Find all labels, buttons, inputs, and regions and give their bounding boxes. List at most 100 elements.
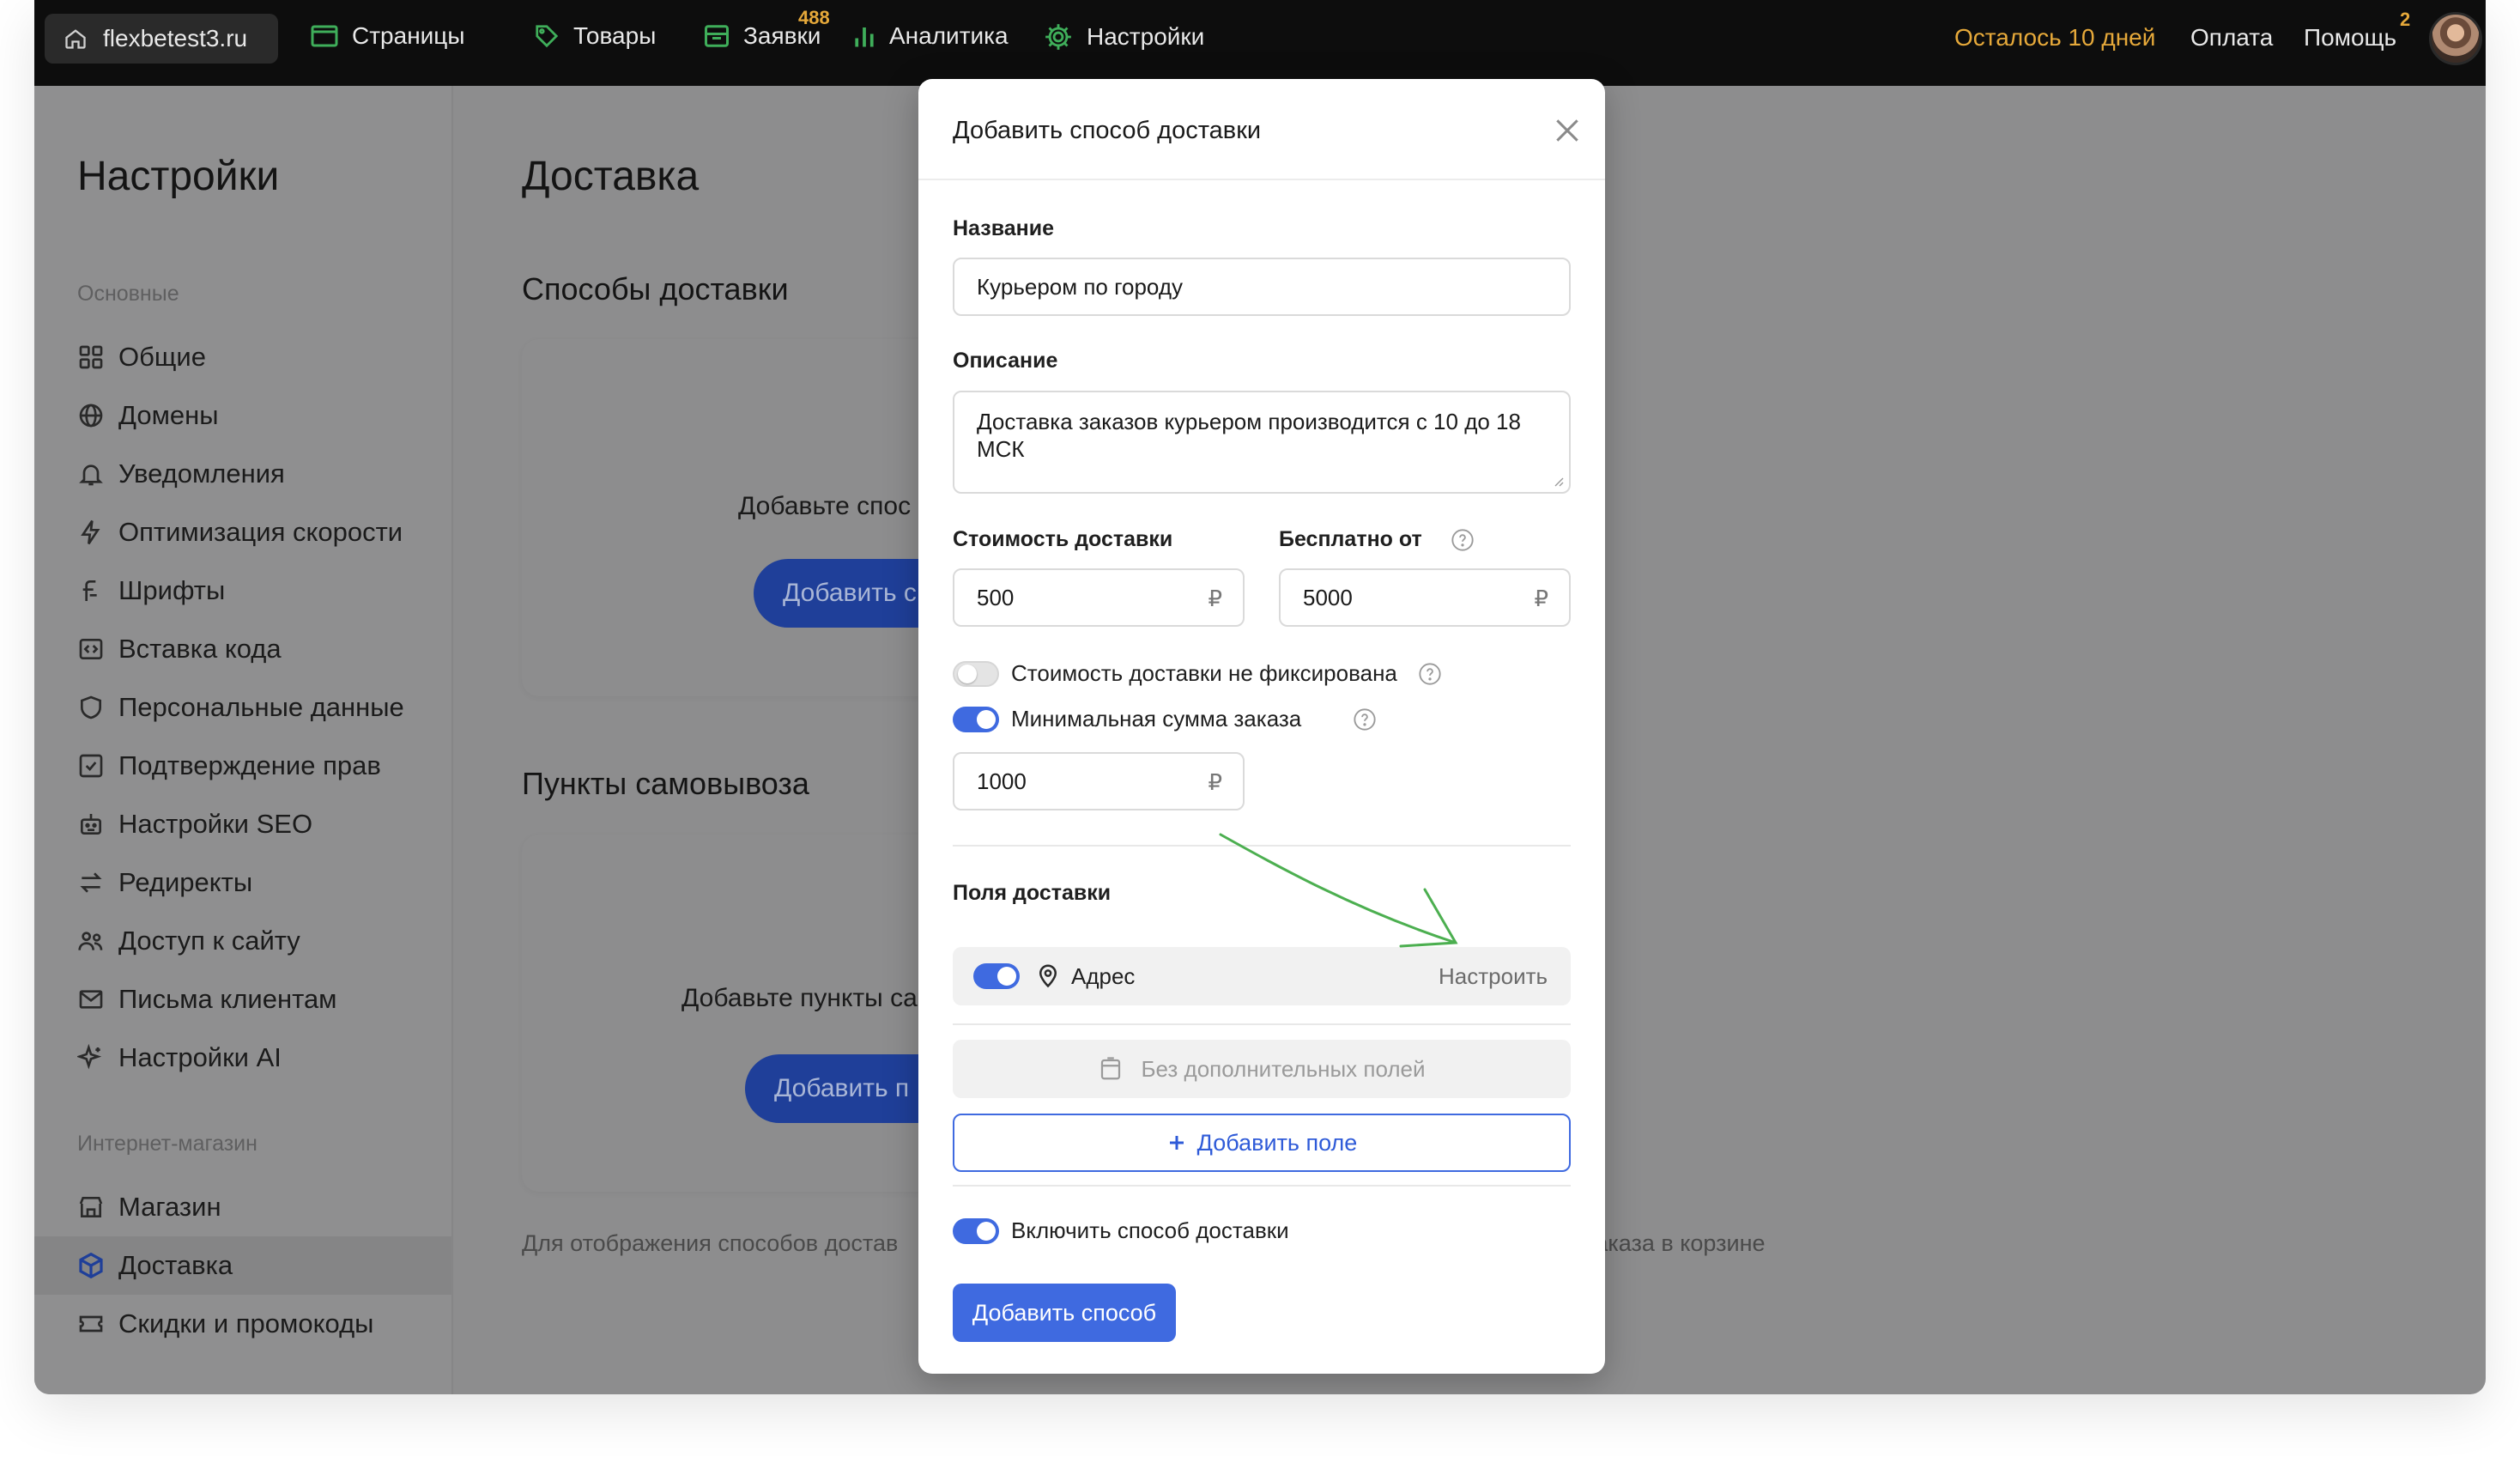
description-value: Доставка заказов курьером производится с… [977, 409, 1521, 462]
redirect-icon [80, 872, 102, 893]
add-field-button[interactable]: Добавить поле [953, 1114, 1571, 1172]
add-field-label: Добавить поле [1196, 1129, 1358, 1156]
address-toggle[interactable] [973, 963, 1020, 989]
sidebar-item-label: Письма клиентам [118, 984, 337, 1014]
name-input[interactable]: Курьером по городу [953, 258, 1571, 316]
orders-badge: 488 [798, 7, 830, 28]
grid-icon [79, 345, 103, 369]
chart-icon [855, 27, 874, 47]
pickup-empty-text: Добавьте пункты са [681, 984, 918, 1012]
checkbox-icon [79, 754, 103, 778]
bell-icon [79, 464, 103, 486]
help-icon[interactable] [1418, 662, 1442, 686]
sidebar-item-discounts[interactable]: Скидки и промокоды [34, 1295, 451, 1353]
nav-settings-label: Настройки [1087, 23, 1205, 50]
location-pin-icon [1039, 964, 1057, 988]
sidebar-item-delivery[interactable]: Доставка [34, 1236, 451, 1295]
nav-pages-label: Страницы [352, 22, 465, 49]
nav-analytics[interactable]: Аналитика [853, 22, 1009, 50]
sidebar-item-ai[interactable]: Настройки AI [34, 1029, 451, 1087]
settings-sidebar: Настройки Основные Общие Домены Уведомле… [34, 86, 453, 1394]
font-icon [82, 580, 97, 601]
site-name: flexbetest3.ru [103, 25, 248, 52]
description-textarea[interactable]: Доставка заказов курьером производится с… [953, 391, 1571, 494]
cost-input[interactable]: 500 ₽ [953, 568, 1245, 627]
help-badge: 2 [2400, 9, 2411, 30]
min-sum-toggle[interactable] [953, 707, 999, 732]
modal-header: Добавить способ доставки [918, 79, 1605, 180]
top-bar: flexbetest3.ru Страницы Товары Заявки 48… [34, 0, 2486, 86]
footnote-right: заказа в корзине [1584, 1230, 1766, 1256]
sidebar-item-access[interactable]: Доступ к сайту [34, 912, 451, 970]
min-sum-value: 1000 [977, 768, 1027, 794]
payment-link[interactable]: Оплата [2190, 24, 2273, 52]
sidebar-item-label: Общие [118, 342, 206, 372]
sidebar-item-emails[interactable]: Письма клиентам [34, 970, 451, 1029]
page-title: Доставка [522, 154, 700, 199]
pickup-points-title: Пункты самовывоза [522, 766, 809, 801]
free-from-label: Бесплатно от [1279, 527, 1422, 551]
lightning-icon [81, 519, 100, 545]
sidebar-item-speed[interactable]: Оптимизация скорости [34, 503, 451, 562]
help-icon[interactable] [1353, 707, 1377, 732]
sidebar-item-label: Вставка кода [118, 634, 282, 664]
help-link[interactable]: Помощь [2304, 24, 2396, 52]
help-icon[interactable] [1451, 528, 1475, 552]
plus-icon [1169, 1136, 1184, 1150]
sidebar-item-domains[interactable]: Домены [34, 386, 451, 445]
tag-icon [536, 25, 559, 48]
nav-settings[interactable]: Настройки [1044, 22, 1204, 52]
no-extra-fields-label: Без дополнительных полей [1141, 1055, 1426, 1082]
not-fixed-label: Стоимость доставки не фиксирована [1011, 660, 1397, 686]
sidebar-item-notifications[interactable]: Уведомления [34, 445, 451, 503]
min-sum-input[interactable]: 1000 ₽ [953, 752, 1245, 810]
resize-handle-icon[interactable] [1552, 475, 1564, 487]
avatar[interactable] [2429, 12, 2482, 65]
app-window: flexbetest3.ru Страницы Товары Заявки 48… [34, 0, 2486, 1394]
free-from-input[interactable]: 5000 ₽ [1279, 568, 1571, 627]
inbox-icon [705, 25, 729, 47]
sidebar-item-label: Скидки и промокоды [118, 1308, 374, 1339]
not-fixed-toggle[interactable] [953, 661, 999, 687]
sidebar-item-label: Уведомления [118, 458, 285, 489]
add-delivery-modal: Добавить способ доставки Название Курьер… [918, 79, 1605, 1374]
sidebar-item-label: Настройки SEO [118, 809, 313, 839]
sidebar-item-label: Персональные данные [118, 692, 404, 722]
nav-products[interactable]: Товары [534, 22, 656, 50]
nav-pages[interactable]: Страницы [311, 22, 464, 50]
sidebar-item-personal-data[interactable]: Персональные данные [34, 678, 451, 737]
gear-icon [1045, 24, 1071, 50]
sidebar-item-fonts[interactable]: Шрифты [34, 562, 451, 620]
home-icon [65, 29, 86, 49]
robot-icon [81, 814, 101, 835]
free-from-value: 5000 [1303, 584, 1353, 610]
sidebar-item-shop[interactable]: Магазин [34, 1178, 451, 1236]
pages-icon [311, 25, 338, 47]
coupon-icon [79, 1315, 103, 1332]
cost-value: 500 [977, 584, 1015, 610]
nav-analytics-label: Аналитика [889, 22, 1009, 49]
sidebar-title: Настройки [77, 154, 280, 199]
globe-icon [79, 404, 103, 428]
sidebar-item-label: Редиректы [118, 867, 253, 897]
submit-button[interactable]: Добавить способ [953, 1284, 1176, 1342]
site-switcher[interactable]: flexbetest3.ru [45, 14, 278, 64]
enable-method-label: Включить способ доставки [1011, 1217, 1289, 1243]
sidebar-item-verification[interactable]: Подтверждение прав [34, 737, 451, 795]
shop-icon [79, 1197, 103, 1217]
sidebar-item-seo[interactable]: Настройки SEO [34, 795, 451, 853]
sidebar-item-label: Магазин [118, 1192, 221, 1222]
form-icon [1101, 1057, 1121, 1080]
sidebar-item-code[interactable]: Вставка кода [34, 620, 451, 678]
add-method-button-label: Добавить с [783, 579, 917, 607]
trial-remaining[interactable]: Осталось 10 дней [1954, 24, 2155, 52]
users-icon [78, 932, 103, 950]
close-icon[interactable] [1550, 113, 1584, 148]
mail-icon [79, 990, 103, 1009]
sidebar-item-general[interactable]: Общие [34, 328, 451, 386]
sidebar-item-redirects[interactable]: Редиректы [34, 853, 451, 912]
methods-empty-text: Добавьте спос [738, 492, 912, 520]
name-value: Курьером по городу [977, 273, 1183, 300]
enable-method-toggle[interactable] [953, 1218, 999, 1244]
delivery-fields-label: Поля доставки [953, 881, 1112, 905]
